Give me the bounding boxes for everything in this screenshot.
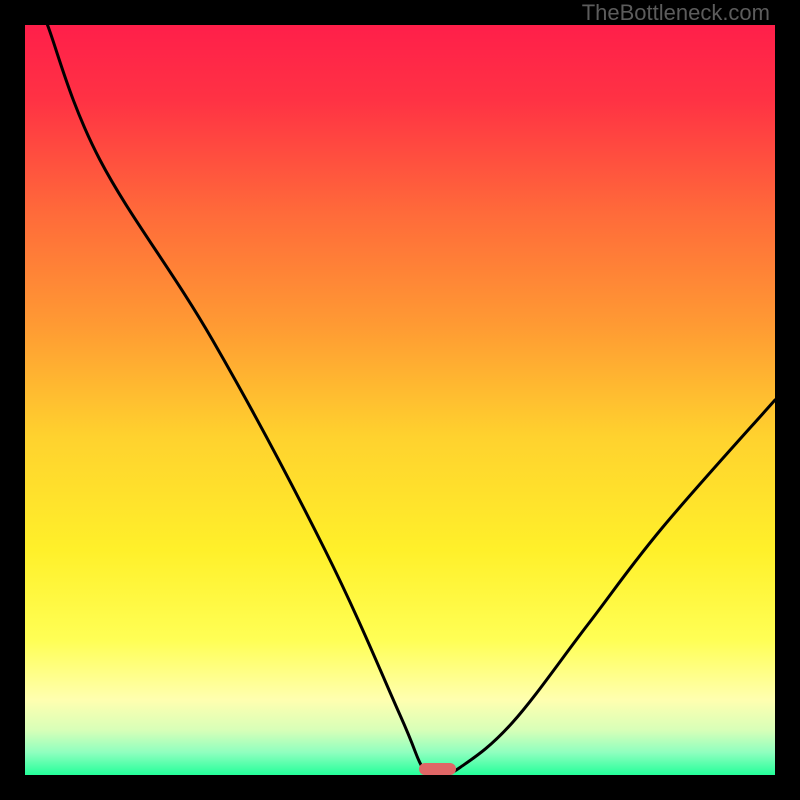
watermark-text: TheBottleneck.com	[582, 0, 770, 26]
plot-area	[25, 25, 775, 775]
bottleneck-curve	[25, 25, 775, 775]
optimum-marker	[419, 763, 457, 775]
chart-frame: TheBottleneck.com	[0, 0, 800, 800]
